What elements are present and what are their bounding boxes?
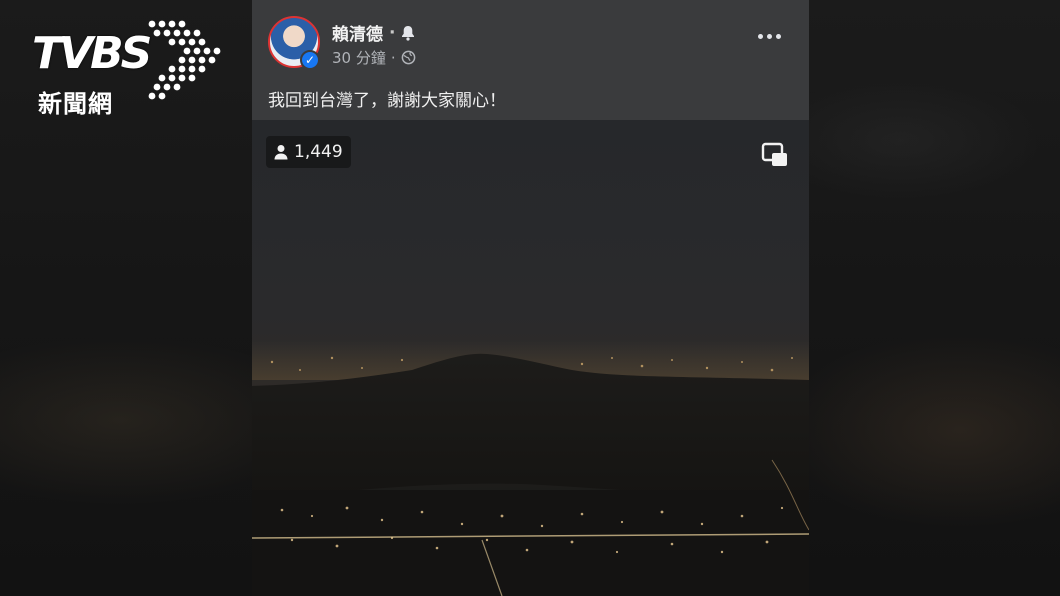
post-header: ✓ 賴清德 · 30 分鐘 · 我回到台灣了，謝謝大家關心！ <box>252 0 809 120</box>
logo-wordmark: TVBS <box>32 28 152 79</box>
globe-icon <box>401 50 415 65</box>
picture-in-picture-icon[interactable] <box>761 142 789 168</box>
author-row: 賴清德 · <box>332 20 415 45</box>
post-meta: 30 分鐘 · <box>332 47 416 68</box>
tvbs-logo: TVBS 新聞網 <box>30 14 221 118</box>
viewer-count: 1,449 <box>294 142 343 162</box>
live-video[interactable]: 1,449 <box>252 120 809 596</box>
time-separator: · <box>390 48 396 67</box>
post-time[interactable]: 30 分鐘 <box>332 47 386 68</box>
logo-subtitle: 新聞網 <box>38 90 113 118</box>
viewer-count-badge: 1,449 <box>266 136 351 168</box>
post-text: 我回到台灣了，謝謝大家關心！ <box>268 91 506 111</box>
verified-badge-icon: ✓ <box>300 50 320 70</box>
facebook-post: ✓ 賴清德 · 30 分鐘 · 我回到台灣了，謝謝大家關心！ 1,449 <box>252 0 809 596</box>
more-options-icon[interactable] <box>758 34 781 39</box>
logo-dots-icon <box>148 20 221 100</box>
name-separator: · <box>389 22 396 43</box>
city-night-view <box>252 340 809 596</box>
person-icon <box>274 145 288 160</box>
author-name[interactable]: 賴清德 <box>332 20 383 45</box>
bell-icon[interactable] <box>401 25 415 41</box>
